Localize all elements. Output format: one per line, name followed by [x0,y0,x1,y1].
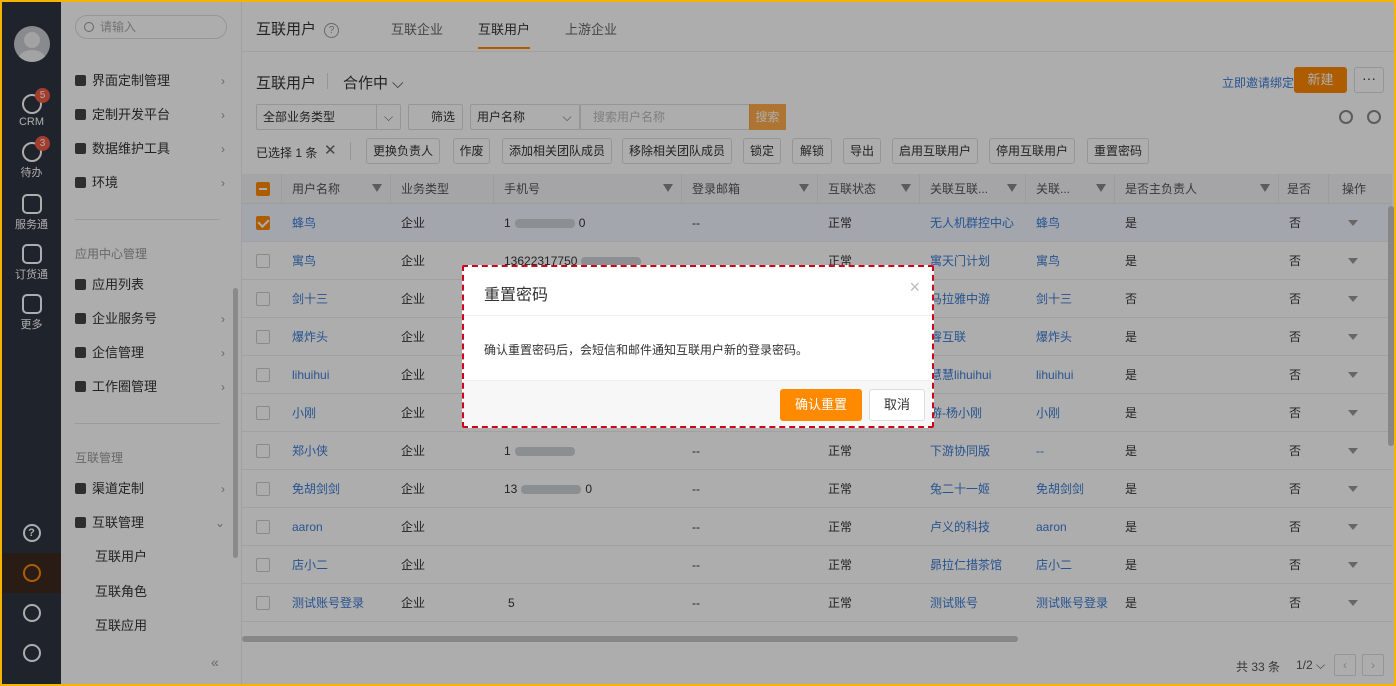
cancel-button[interactable]: 取消 [869,389,925,421]
dialog-message: 确认重置密码后，会短信和邮件通知互联用户新的登录密码。 [484,343,809,357]
divider [464,315,932,316]
reset-password-dialog: 重置密码 × 确认重置密码后，会短信和邮件通知互联用户新的登录密码。 确认重置 … [462,265,934,428]
app-frame: 5 CRM 3 待办 服务通 订货通 更多 ? 请输入 界面定制管理 › 定制开… [0,0,1396,686]
dialog-footer: 确认重置 取消 [464,380,932,426]
dialog-title: 重置密码 [484,287,549,304]
confirm-reset-button[interactable]: 确认重置 [780,389,862,421]
close-icon[interactable]: × [909,277,920,298]
